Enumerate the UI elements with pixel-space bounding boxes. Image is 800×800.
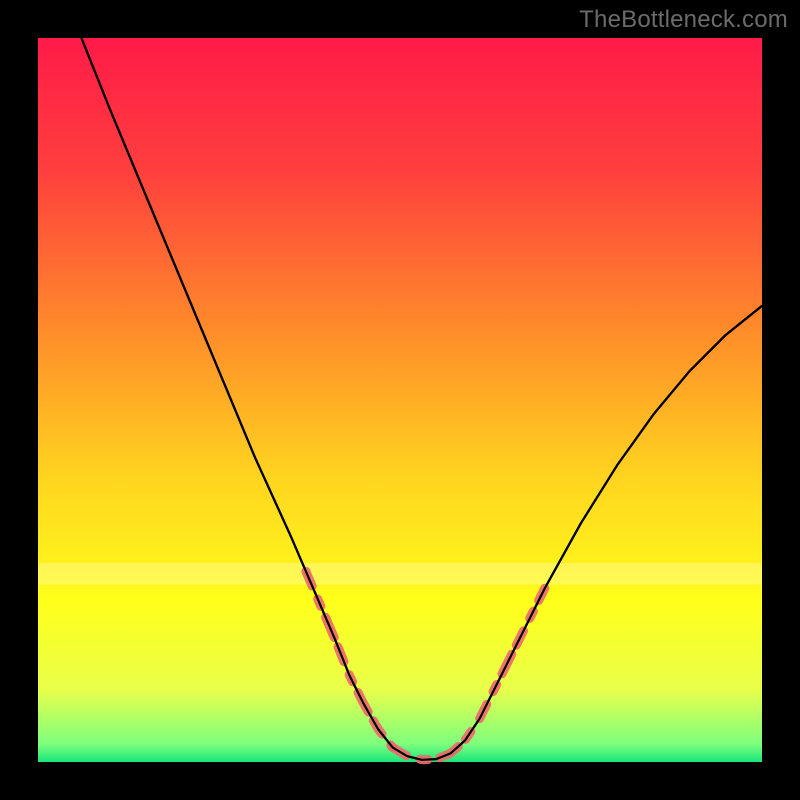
chart-frame: TheBottleneck.com [0,0,800,800]
plot-background [38,38,762,762]
bottleneck-chart [0,0,800,800]
overlay-band [38,563,762,585]
watermark-text: TheBottleneck.com [579,6,788,34]
